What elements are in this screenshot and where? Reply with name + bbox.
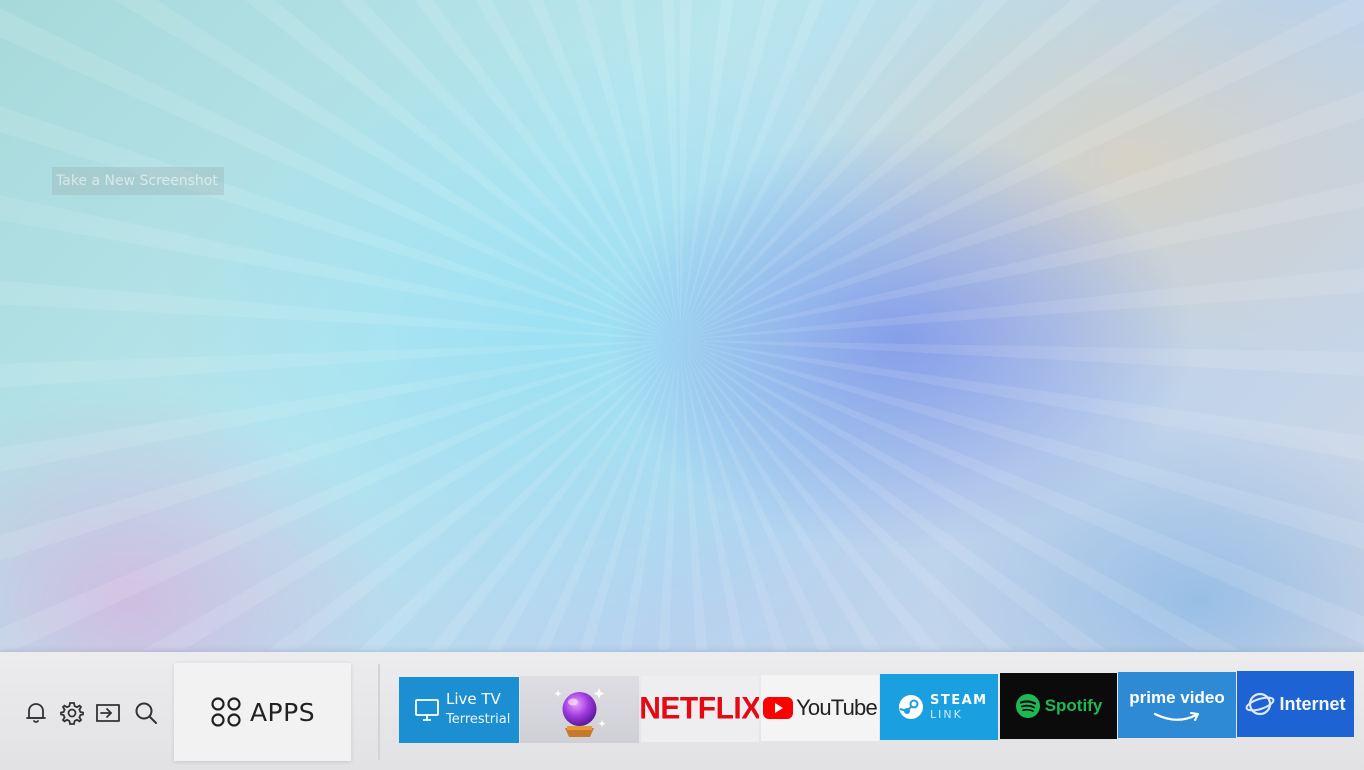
tile-internet[interactable]: Internet	[1237, 671, 1354, 737]
tile-live-tv[interactable]: Live TV Terrestrial	[399, 677, 519, 743]
apps-grid-icon	[211, 697, 241, 727]
tile-youtube[interactable]: YouTube	[761, 675, 879, 741]
spotify-logo: Spotify	[1044, 696, 1103, 715]
internet-globe-icon	[1246, 692, 1275, 716]
apps-label: APPS	[249, 697, 316, 727]
apps-button[interactable]: APPS	[174, 663, 351, 761]
tv-icon	[415, 699, 439, 721]
tile-crystal-ball-app[interactable]	[520, 676, 639, 743]
spotify-icon	[1015, 694, 1040, 718]
youtube-logo: YouTube	[796, 695, 878, 720]
steam-label: STEAM	[930, 693, 988, 708]
screenshot-tooltip: Take a New Screenshot	[52, 167, 224, 195]
bar-divider	[378, 664, 380, 760]
tile-spotify[interactable]: Spotify	[1000, 673, 1117, 739]
crystal-ball-icon	[554, 688, 606, 737]
background-rays	[0, 0, 1364, 650]
tile-prime-video[interactable]: prime video	[1118, 672, 1236, 738]
amazon-smile-icon	[1153, 712, 1199, 721]
netflix-logo: NETFLIX	[641, 691, 759, 726]
internet-label: Internet	[1279, 693, 1346, 714]
live-tv-title: Live TV	[446, 690, 501, 708]
tile-netflix[interactable]: NETFLIX	[641, 676, 759, 742]
live-tv-subtitle: Terrestrial	[446, 712, 511, 727]
link-label: LINK	[930, 708, 963, 721]
source-input-icon[interactable]	[95, 700, 121, 726]
youtube-play-icon	[763, 697, 794, 719]
search-icon[interactable]	[133, 700, 159, 726]
tile-steam-link[interactable]: STEAM LINK	[880, 674, 998, 740]
steam-icon	[899, 695, 923, 719]
gear-icon[interactable]	[59, 700, 85, 726]
prime-video-logo: prime video	[1129, 688, 1225, 707]
bell-icon[interactable]	[23, 700, 49, 726]
